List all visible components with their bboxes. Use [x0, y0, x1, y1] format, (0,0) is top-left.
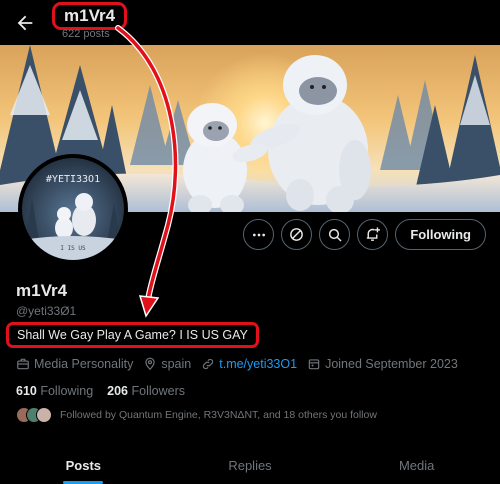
tab-media[interactable]: Media — [333, 446, 500, 484]
profile-tabs: Posts Replies Media — [0, 446, 500, 484]
followers-stat-label: Followers — [131, 384, 186, 398]
avatar-top-text: #YETI33O1 — [46, 174, 100, 185]
search-icon — [328, 228, 342, 242]
followers-stat[interactable]: 206 Followers — [107, 384, 185, 398]
top-bar: m1Vr4 622 posts — [0, 0, 500, 45]
user-handle: @yeti33Ø1 — [16, 304, 77, 318]
followed-by[interactable]: Followed by Quantum Engine, R3V3NΔNT, an… — [16, 407, 377, 423]
calendar-icon — [308, 359, 320, 370]
title-highlight-box: m1Vr4 — [52, 2, 128, 30]
category-text: Media Personality — [34, 357, 134, 371]
posts-count: 622 posts — [62, 28, 110, 40]
tab-replies[interactable]: Replies — [167, 446, 334, 484]
tab-posts[interactable]: Posts — [0, 446, 167, 484]
tip-button[interactable] — [281, 219, 313, 250]
following-button[interactable]: Following — [395, 219, 486, 250]
category-item: Media Personality — [16, 357, 133, 371]
following-stat[interactable]: 610 Following — [16, 384, 93, 398]
ethereum-icon — [290, 228, 304, 241]
notifications-button[interactable] — [357, 219, 389, 250]
mutual-avatars — [16, 407, 52, 423]
page-title: m1Vr4 — [64, 6, 116, 25]
joined-text: Joined September 2023 — [325, 357, 458, 371]
website-link[interactable]: t.me/yeti33O1 — [219, 357, 297, 371]
website-item[interactable]: t.me/yeti33O1 — [201, 357, 297, 371]
more-icon — [252, 233, 265, 236]
bell-plus-icon — [367, 227, 381, 241]
location-pin-icon — [145, 357, 156, 371]
followed-by-text: Followed by Quantum Engine, R3V3NΔNT, an… — [60, 409, 377, 421]
bio-text: Shall We Gay Play A Game? I IS US GAY — [17, 328, 248, 342]
mutual-avatar — [36, 407, 52, 423]
more-button[interactable] — [243, 219, 275, 250]
joined-item: Joined September 2023 — [307, 357, 458, 371]
following-stat-label: Following — [40, 384, 94, 398]
location-text: spain — [161, 357, 192, 371]
search-button[interactable] — [319, 219, 351, 250]
back-arrow-icon[interactable] — [14, 12, 36, 34]
profile-actions: Following — [243, 219, 486, 250]
avatar-bottom-text: I IS US — [60, 245, 86, 252]
tab-posts-label: Posts — [65, 457, 102, 473]
profile-avatar[interactable]: #YETI33O1 I IS US — [18, 154, 128, 264]
briefcase-icon — [17, 358, 29, 370]
profile-meta: Media Personality spain t.me/yeti33O1 Jo… — [16, 357, 458, 371]
tab-replies-label: Replies — [228, 457, 272, 473]
tab-media-label: Media — [398, 457, 435, 473]
display-name: m1Vr4 — [16, 281, 68, 300]
link-icon — [203, 358, 214, 370]
bio-highlight-box: Shall We Gay Play A Game? I IS US GAY — [6, 322, 259, 348]
follow-stats: 610 Following 206 Followers — [16, 384, 185, 398]
location-item: spain — [143, 357, 191, 371]
following-count: 610 — [16, 384, 37, 398]
followers-count: 206 — [107, 384, 129, 398]
